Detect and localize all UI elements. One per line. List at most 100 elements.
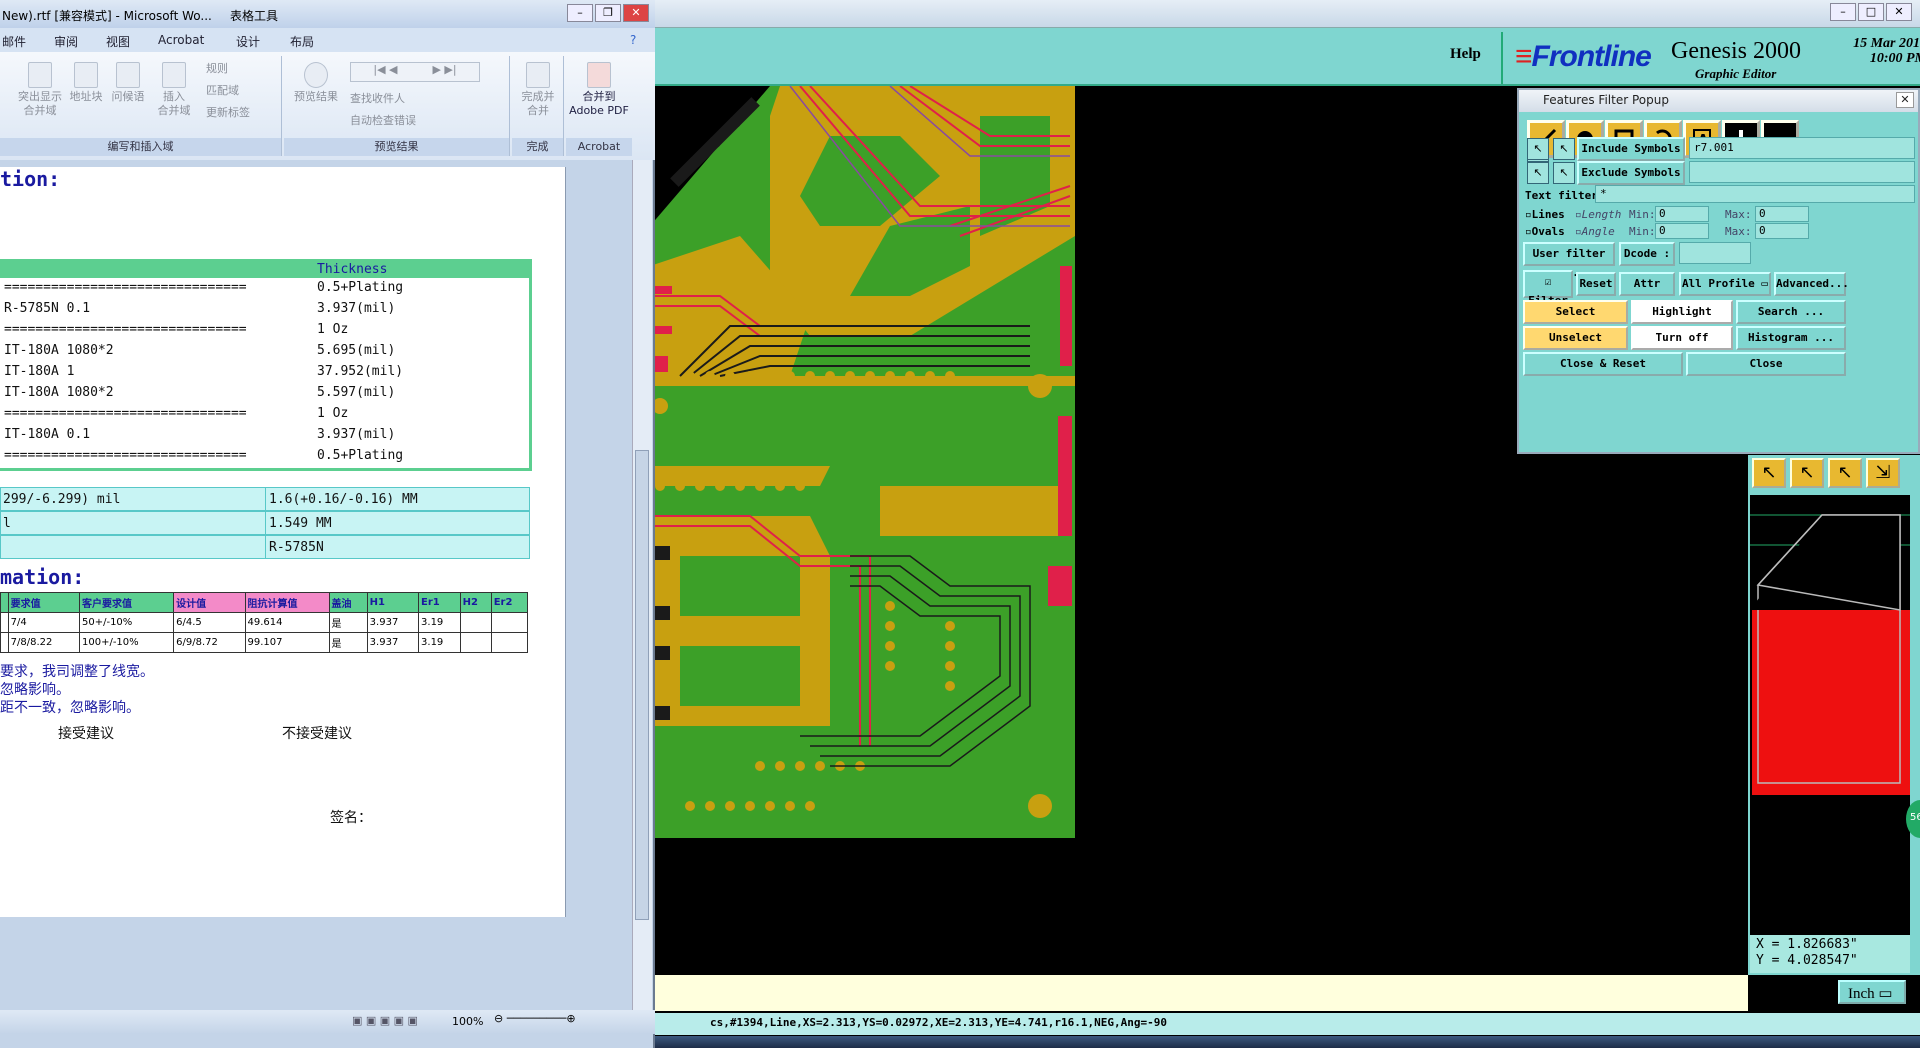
info-right-cell: R-5785N <box>269 540 324 555</box>
table-cell <box>490 632 529 653</box>
update-labels-button[interactable]: 更新标签 <box>206 106 250 120</box>
pointer-icon[interactable]: ↖ <box>1752 458 1786 488</box>
zoom-slider[interactable]: ⊖ ─────────⊕ <box>494 1012 624 1028</box>
search-button[interactable]: Search ... <box>1736 300 1846 324</box>
coordinate-readout: X = 1.826683" Y = 4.028547" <box>1750 935 1910 973</box>
close-window-button[interactable]: ✕ <box>1886 3 1912 21</box>
info-left-cell: 299/-6.299) mil <box>3 492 121 507</box>
stackup-layer-name: =============================== <box>4 406 247 421</box>
user-filter-button[interactable]: User filter ... <box>1523 242 1615 279</box>
word-minimize-button[interactable]: – <box>567 4 593 22</box>
select-area-icon[interactable]: ↖ <box>1828 458 1862 488</box>
close-button[interactable]: Close <box>1686 352 1846 376</box>
filter-toggle[interactable]: ☑ Filter <box>1523 270 1573 307</box>
scroll-thumb[interactable] <box>635 450 649 920</box>
tab-mailings[interactable]: 邮件 <box>2 33 26 50</box>
minimize-button[interactable]: – <box>1830 3 1856 21</box>
note-line-2: 忽略影响。 <box>0 682 70 698</box>
command-input-bar[interactable] <box>655 975 1748 1011</box>
word-restore-button[interactable]: ❐ <box>595 4 621 22</box>
advanced-button[interactable]: Advanced... <box>1774 272 1849 296</box>
preview-results-button[interactable]: 预览结果 <box>288 62 344 104</box>
include-symbols-button[interactable]: Include Symbols : <box>1577 137 1685 174</box>
word-window: New).rtf [兼容模式] - Microsoft Wo... 表格工具 –… <box>0 0 655 1048</box>
document-page[interactable]: tion: Thickness ========================… <box>0 167 566 917</box>
unit-dropdown[interactable]: Inch ▭ <box>1838 980 1906 1004</box>
find-recipient-button[interactable]: 查找收件人 <box>350 92 405 106</box>
ovals-checkbox[interactable]: ▫Ovals <box>1525 225 1565 238</box>
stackup-header-row: Thickness <box>0 262 529 278</box>
dcode-input[interactable] <box>1679 242 1751 264</box>
close-icon[interactable]: ✕ <box>1896 92 1914 108</box>
greeting-line-button[interactable]: 问候语 <box>108 62 148 104</box>
table-cell: 7/8/8.22 <box>7 632 80 653</box>
highlight-button[interactable]: Highlight <box>1631 300 1733 324</box>
turnoff-button[interactable]: Turn off <box>1631 326 1733 350</box>
view-buttons[interactable]: ▣ ▣ ▣ ▣ ▣ <box>352 1014 418 1027</box>
address-block-button[interactable]: 地址块 <box>66 62 106 104</box>
close-reset-button[interactable]: Close & Reset <box>1523 352 1683 376</box>
angle-max-input[interactable]: 0 <box>1755 223 1809 239</box>
select-arrow-icon[interactable]: ↖ <box>1790 458 1824 488</box>
stackup-thickness-value: 1 Oz <box>317 322 349 337</box>
rules-button[interactable]: 规则 <box>206 62 228 76</box>
tab-view[interactable]: 视图 <box>106 33 130 50</box>
finish-merge-button[interactable]: 完成并 合并 <box>516 62 560 118</box>
lines-checkbox[interactable]: ▫Lines <box>1525 208 1565 221</box>
help-menu[interactable]: Help <box>1450 46 1481 63</box>
tab-review[interactable]: 审阅 <box>54 33 78 50</box>
ribbon-group-finish: 完成并 合并 完成 <box>512 56 564 156</box>
impedance-header-cell: H1 <box>366 592 420 613</box>
stackup-thickness-value: 3.937(mil) <box>317 301 396 316</box>
exclude-pick-icon[interactable]: ↖ <box>1527 162 1549 184</box>
impedance-header-cell: 设计值 <box>173 592 246 613</box>
exclude-list-icon[interactable]: ↖ <box>1553 162 1575 184</box>
insert-merge-field-button[interactable]: 插入 合并域 <box>152 62 196 118</box>
select-button[interactable]: Select <box>1523 300 1628 324</box>
exclude-symbols-input[interactable] <box>1689 161 1915 183</box>
impedance-table: 要求值 客户要求值 设计值 阻抗计算值 盖油 H1 Er1 H2 Er2 7/4 50+/-10% 6… <box>0 592 529 653</box>
auto-check-errors-button[interactable]: 自动检查错误 <box>350 114 416 128</box>
stackup-thickness-value: 5.695(mil) <box>317 343 396 358</box>
highlight-merge-fields-button[interactable]: 突出显示 合并域 <box>18 62 62 118</box>
table-cell: 3.937 <box>366 632 420 653</box>
match-fields-button[interactable]: 匹配域 <box>206 84 239 98</box>
tab-layout[interactable]: 布局 <box>290 33 314 50</box>
accept-suggestion: 接受建议 <box>58 726 114 742</box>
include-pick-icon[interactable]: ↖ <box>1527 138 1549 160</box>
pcb-canvas[interactable] <box>650 86 1075 838</box>
route-icon[interactable]: ⇲ <box>1866 458 1900 488</box>
info-table: 299/-6.299) mil 1.6(+0.16/-0.16) MM l 1.549… <box>0 487 530 559</box>
angle-min-input[interactable]: 0 <box>1655 223 1709 239</box>
length-max-input[interactable]: 0 <box>1755 206 1809 222</box>
stackup-thickness-value: 3.937(mil) <box>317 427 396 442</box>
length-min-input[interactable]: 0 <box>1655 206 1709 222</box>
include-symbols-input[interactable]: r7.001 <box>1689 137 1915 159</box>
attr-button[interactable]: Attr ... <box>1619 272 1675 309</box>
table-cell: 50+/-10% <box>78 612 175 633</box>
dcode-button[interactable]: Dcode : <box>1619 242 1675 266</box>
maximize-button[interactable]: □ <box>1858 3 1884 21</box>
stackup-layer-name: IT-180A 1080*2 <box>4 343 114 358</box>
vertical-scrollbar[interactable] <box>632 160 652 1016</box>
tab-acrobat[interactable]: Acrobat <box>158 33 204 47</box>
include-list-icon[interactable]: ↖ <box>1553 138 1575 160</box>
help-icon[interactable]: ? <box>630 33 636 47</box>
record-navigator[interactable]: |◀ ◀ ▶ ▶| <box>350 62 480 82</box>
word-close-button[interactable]: ✕ <box>623 4 649 22</box>
zoom-view[interactable] <box>1750 495 1910 935</box>
histogram-button[interactable]: Histogram ... <box>1736 326 1846 350</box>
length-checkbox[interactable]: ▫Length <box>1575 208 1621 221</box>
stackup-thickness-value: 5.597(mil) <box>317 385 396 400</box>
angle-checkbox[interactable]: ▫Angle <box>1575 225 1615 238</box>
impedance-header-cell: Er1 <box>418 592 461 613</box>
unselect-button[interactable]: Unselect <box>1523 326 1628 350</box>
merge-to-pdf-button[interactable]: 合并到 Adobe PDF <box>568 62 630 118</box>
tab-design[interactable]: 设计 <box>236 33 260 50</box>
date-time: 15 Mar 201910:00 PM <box>1831 36 1920 66</box>
exclude-symbols-button[interactable]: Exclude Symbols : <box>1577 161 1685 198</box>
reject-suggestion: 不接受建议 <box>282 726 352 742</box>
text-filter-input[interactable]: * <box>1595 185 1915 203</box>
reset-button[interactable]: Reset <box>1576 272 1616 296</box>
profile-dropdown[interactable]: All Profile ▭ <box>1679 272 1771 296</box>
